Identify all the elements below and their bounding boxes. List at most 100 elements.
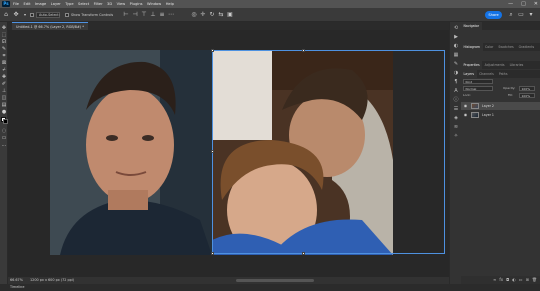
dodge-tool-icon[interactable]: ●: [1, 109, 7, 115]
menu-filter[interactable]: Filter: [94, 2, 103, 6]
tool-preset-chevron-icon[interactable]: ▾: [21, 11, 29, 19]
paths-icon[interactable]: ✧: [452, 133, 460, 140]
more-tools-icon[interactable]: ⋯: [1, 143, 7, 149]
link-layers-icon[interactable]: ∞: [493, 276, 496, 284]
3d-scale-icon[interactable]: ▣: [226, 11, 234, 19]
layer-row-layer-1[interactable]: ◉ Layer 1: [461, 111, 540, 119]
tab-navigator[interactable]: Navigator: [461, 22, 482, 30]
brush-settings-icon[interactable]: ✎: [452, 61, 460, 68]
swatches-icon[interactable]: ▦: [452, 52, 460, 59]
search-icon[interactable]: ⌕: [507, 11, 515, 19]
gradient-tool-icon[interactable]: ▤: [1, 102, 7, 108]
eyedropper-tool-icon[interactable]: ⌿: [1, 67, 7, 73]
new-layer-icon[interactable]: ⊞: [526, 276, 529, 284]
tab-paths[interactable]: Paths: [496, 70, 510, 78]
tab-libraries[interactable]: Libraries: [507, 61, 526, 69]
tab-histogram[interactable]: Histogram: [461, 43, 483, 51]
3d-mode-icon[interactable]: ◎: [190, 11, 198, 19]
libraries-icon[interactable]: ☰: [452, 106, 460, 113]
visibility-eye-icon[interactable]: ◉: [463, 112, 468, 118]
menu-file[interactable]: File: [13, 2, 19, 6]
transform-handle-bottom-middle[interactable]: [302, 252, 305, 255]
clone-stamp-tool-icon[interactable]: ⊥: [1, 88, 7, 94]
transform-handle-bottom-left[interactable]: [211, 252, 214, 255]
transform-handle-top-middle[interactable]: [302, 49, 305, 52]
document-tab[interactable]: Untitled-1 @ 66.7% (Layer 2, RGB/8#) *: [12, 22, 88, 30]
new-group-icon[interactable]: ▭: [519, 276, 523, 284]
menu-edit[interactable]: Edit: [24, 2, 31, 6]
marquee-tool-icon[interactable]: ⬚: [1, 32, 7, 38]
layer-row-layer-2[interactable]: ◉ Layer 2: [461, 102, 540, 110]
quick-select-tool-icon[interactable]: ✎: [1, 46, 7, 52]
horizontal-scrollbar[interactable]: [236, 279, 314, 282]
3d-rotate-icon[interactable]: ✛: [199, 11, 207, 19]
tab-layers[interactable]: Layers: [461, 70, 477, 78]
screen-mode-icon[interactable]: ▭: [1, 135, 7, 141]
transform-handle-middle-left[interactable]: [211, 150, 214, 153]
frame-tool-icon[interactable]: ⊠: [1, 60, 7, 66]
quick-mask-icon[interactable]: ◌: [1, 128, 7, 134]
paragraph-icon[interactable]: ¶: [452, 79, 460, 86]
menu-type[interactable]: Type: [65, 2, 73, 6]
actions-icon[interactable]: ▶: [452, 34, 460, 41]
menu-plugins[interactable]: Plugins: [130, 2, 143, 6]
maximize-button[interactable]: □: [521, 1, 526, 7]
timeline-tab[interactable]: Timeline: [10, 284, 24, 291]
character-icon[interactable]: A: [452, 88, 460, 95]
adjustment-layer-icon[interactable]: ◐: [512, 276, 516, 284]
tab-swatches[interactable]: Swatches: [496, 43, 516, 51]
share-button[interactable]: Share: [485, 10, 502, 19]
eraser-tool-icon[interactable]: ◫: [1, 95, 7, 101]
visibility-eye-icon[interactable]: ◉: [463, 103, 468, 109]
transform-handle-top-left[interactable]: [211, 49, 214, 52]
layer-style-icon[interactable]: fx: [499, 276, 503, 284]
opacity-input[interactable]: 100%: [519, 86, 535, 91]
workspace-icon[interactable]: ▭: [517, 11, 525, 19]
auto-select-dropdown[interactable]: Auto-Select:: [36, 12, 60, 18]
move-tool-icon[interactable]: ✥: [1, 25, 7, 31]
tab-channels[interactable]: Channels: [477, 70, 497, 78]
kind-filter-dropdown[interactable]: Kind: [463, 79, 493, 84]
blend-mode-dropdown[interactable]: Normal: [463, 86, 493, 91]
transform-selection-box[interactable]: [211, 49, 445, 255]
adjustments-icon[interactable]: ◑: [452, 70, 460, 77]
menu-image[interactable]: Image: [35, 2, 46, 6]
tab-gradients[interactable]: Gradients: [516, 43, 537, 51]
tab-color[interactable]: Color: [483, 43, 496, 51]
auto-select-checkbox[interactable]: [30, 12, 34, 17]
close-button[interactable]: ✕: [534, 1, 538, 7]
3d-slide-icon[interactable]: ⇆: [217, 11, 225, 19]
history-icon[interactable]: ⟲: [452, 25, 460, 32]
3d-pan-icon[interactable]: ↻: [208, 11, 216, 19]
tab-properties[interactable]: Properties: [461, 61, 483, 69]
add-mask-icon[interactable]: ◘: [506, 276, 509, 284]
glyphs-icon[interactable]: ◈: [452, 115, 460, 122]
fill-input[interactable]: 100%: [519, 93, 535, 98]
zoom-level[interactable]: 66.67%: [10, 277, 23, 284]
minimize-button[interactable]: —: [508, 1, 513, 7]
tab-adjustments[interactable]: Adjustments: [482, 61, 507, 69]
more-options-icon[interactable]: ⋯: [167, 11, 175, 19]
workspace-chevron-icon[interactable]: ▾: [527, 11, 535, 19]
color-icon[interactable]: ◐: [452, 43, 460, 50]
align-middle-icon[interactable]: ≡: [158, 11, 166, 19]
brush-tool-icon[interactable]: ✐: [1, 81, 7, 87]
delete-layer-icon[interactable]: 🗑: [532, 276, 537, 284]
crop-tool-icon[interactable]: ⌗: [1, 53, 7, 59]
canvas-area[interactable]: [8, 30, 449, 277]
move-tool-icon[interactable]: ✥: [12, 11, 20, 19]
menu-window[interactable]: Window: [147, 2, 161, 6]
channels-icon[interactable]: ≋: [452, 124, 460, 131]
home-icon[interactable]: ⌂: [2, 11, 10, 19]
lasso-tool-icon[interactable]: ᘏ: [1, 39, 7, 45]
menu-view[interactable]: View: [117, 2, 126, 6]
align-right-icon[interactable]: ⊤: [140, 11, 148, 19]
info-icon[interactable]: ⓘ: [452, 97, 460, 104]
menu-3d[interactable]: 3D: [107, 2, 112, 6]
menu-layer[interactable]: Layer: [51, 2, 61, 6]
menu-help[interactable]: Help: [166, 2, 174, 6]
healing-brush-tool-icon[interactable]: ✚: [1, 74, 7, 80]
align-top-icon[interactable]: ⊥: [149, 11, 157, 19]
menu-select[interactable]: Select: [78, 2, 89, 6]
align-center-icon[interactable]: ⊣: [131, 11, 139, 19]
